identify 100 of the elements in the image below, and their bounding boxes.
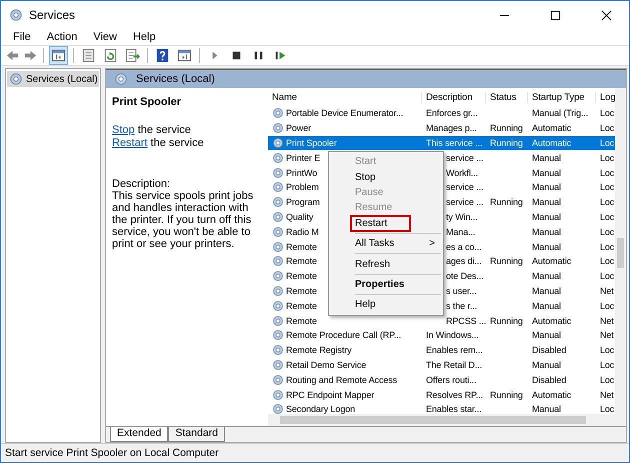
menu-item[interactable]: Refresh — [329, 256, 443, 272]
table-cell: Loc — [600, 256, 614, 266]
table-cell: s user... — [446, 286, 477, 296]
pane-icon[interactable] — [51, 48, 66, 63]
table-cell: Loc — [600, 152, 614, 163]
table-cell: Manual — [532, 197, 561, 208]
table-cell: RPCSS ... — [446, 316, 486, 326]
table-cell: Manual — [532, 286, 561, 296]
table-cell: Loc — [600, 226, 614, 237]
table-cell: Mana... — [446, 226, 476, 237]
table-cell: Automatic — [532, 256, 572, 266]
table-cell: Automatic — [532, 138, 572, 148]
table-cell: ages di... — [446, 256, 482, 266]
vertical-scrollbar[interactable] — [615, 88, 626, 414]
table-cell: Secondary Logon — [286, 404, 356, 414]
forward-arrow-icon[interactable] — [23, 48, 38, 63]
table-cell: Loc — [600, 360, 614, 370]
table-cell: Program — [286, 197, 320, 208]
window-icon[interactable] — [177, 48, 192, 63]
table-cell: Quality — [286, 212, 314, 222]
column-header[interactable]: Status — [486, 92, 528, 102]
menu-item[interactable]: Help — [329, 297, 443, 313]
table-cell: Printer E — [286, 152, 320, 163]
table-cell: Manages p... — [426, 123, 477, 134]
table-cell: Running — [490, 123, 523, 134]
column-header[interactable]: Description — [422, 92, 486, 102]
description-label: Description: — [112, 178, 172, 190]
table-cell: Manual (Trig... — [532, 108, 588, 118]
table-cell: Radio M — [286, 226, 319, 237]
horizontal-scrollbar[interactable] — [268, 414, 626, 426]
action-link[interactable]: Stop — [112, 124, 135, 136]
menu-item[interactable]: Stop — [329, 169, 443, 185]
table-cell: Manual — [532, 212, 561, 222]
table-cell: Loc — [600, 242, 614, 252]
status-bar: Start service Print Spooler on Local Computer — [1, 443, 629, 462]
table-cell: Manual — [532, 226, 561, 237]
table-cell: Disabled — [532, 345, 566, 356]
table-cell: Loc — [600, 197, 614, 208]
table-cell: service ... — [446, 182, 484, 192]
refresh-icon[interactable] — [103, 48, 118, 63]
table-cell: Loc — [600, 138, 614, 148]
table-cell: Running — [490, 197, 523, 208]
table-cell: service ... — [446, 152, 484, 163]
action-link[interactable]: Restart — [112, 137, 148, 149]
table-cell: Manual — [532, 242, 561, 252]
column-header[interactable]: Name — [268, 92, 422, 102]
view-tab[interactable]: Standard — [168, 427, 225, 442]
table-cell: Manual — [532, 182, 561, 192]
table-cell: Retail Demo Service — [286, 360, 366, 370]
table-cell: Manual — [532, 168, 561, 178]
table-cell: Manual — [532, 152, 561, 163]
table-cell: Workfl... — [446, 168, 478, 178]
table-cell: Disabled — [532, 374, 566, 385]
action-text: the service — [136, 124, 191, 136]
column-header[interactable]: Log — [596, 92, 615, 102]
table-cell: Loc — [600, 108, 614, 118]
table-cell: Net — [600, 390, 614, 400]
table-cell: Resolves RP... — [426, 390, 483, 400]
table-cell: Offers routi... — [426, 374, 476, 385]
export-icon[interactable] — [125, 48, 140, 63]
service-name: Print Spooler — [112, 96, 182, 108]
table-cell: Net — [600, 286, 614, 296]
menu-item[interactable]: View — [85, 31, 125, 43]
table-cell: Remote Procedure Call (RP... — [286, 330, 402, 340]
table-cell: Loc — [600, 271, 614, 282]
table-cell: Power — [286, 123, 312, 134]
table-cell: Loc — [600, 212, 614, 222]
table-cell: Running — [490, 138, 523, 148]
close-icon[interactable] — [601, 10, 612, 20]
table-cell: Loc — [600, 404, 614, 414]
page-icon[interactable] — [81, 48, 96, 63]
maximize-icon[interactable] — [550, 10, 561, 20]
menu-item[interactable]: All Tasks > — [329, 236, 443, 252]
table-cell: Loc — [600, 374, 614, 385]
view-tab[interactable]: Extended — [110, 427, 168, 442]
table-cell: Automatic — [532, 123, 572, 134]
table-cell: Enforces gr... — [426, 108, 478, 118]
table-cell: Running — [490, 390, 523, 400]
column-header[interactable]: Startup Type — [528, 92, 596, 102]
table-cell: Remote — [286, 300, 317, 311]
table-cell: Loc — [600, 300, 614, 311]
table-cell: Loc — [600, 182, 614, 192]
table-cell: This service ... — [426, 138, 482, 148]
menu-item[interactable]: Properties — [329, 276, 443, 292]
table-cell: Remote — [286, 316, 317, 326]
menu-item[interactable]: Action — [38, 31, 86, 43]
table-cell: Remote — [286, 286, 317, 296]
table-cell: Loc — [600, 345, 614, 356]
table-cell: Manual — [532, 360, 561, 370]
menu-item[interactable]: Help — [124, 31, 164, 43]
description-text: This service spools print jobs and handles interaction with the printer. If you turn off this service, you won't be able to print or see your printers. — [112, 190, 254, 250]
table-cell: Remote — [286, 242, 317, 252]
table-cell: PrintWo — [286, 168, 318, 178]
tree-item[interactable]: Services (Local) — [7, 71, 99, 87]
help-icon[interactable] — [155, 48, 170, 63]
menu-item[interactable]: File — [5, 31, 39, 43]
table-cell: Enables rem... — [426, 345, 483, 356]
back-arrow-icon[interactable] — [5, 48, 20, 63]
table-cell: Running — [490, 316, 523, 326]
table-cell: es a co... — [446, 242, 482, 252]
